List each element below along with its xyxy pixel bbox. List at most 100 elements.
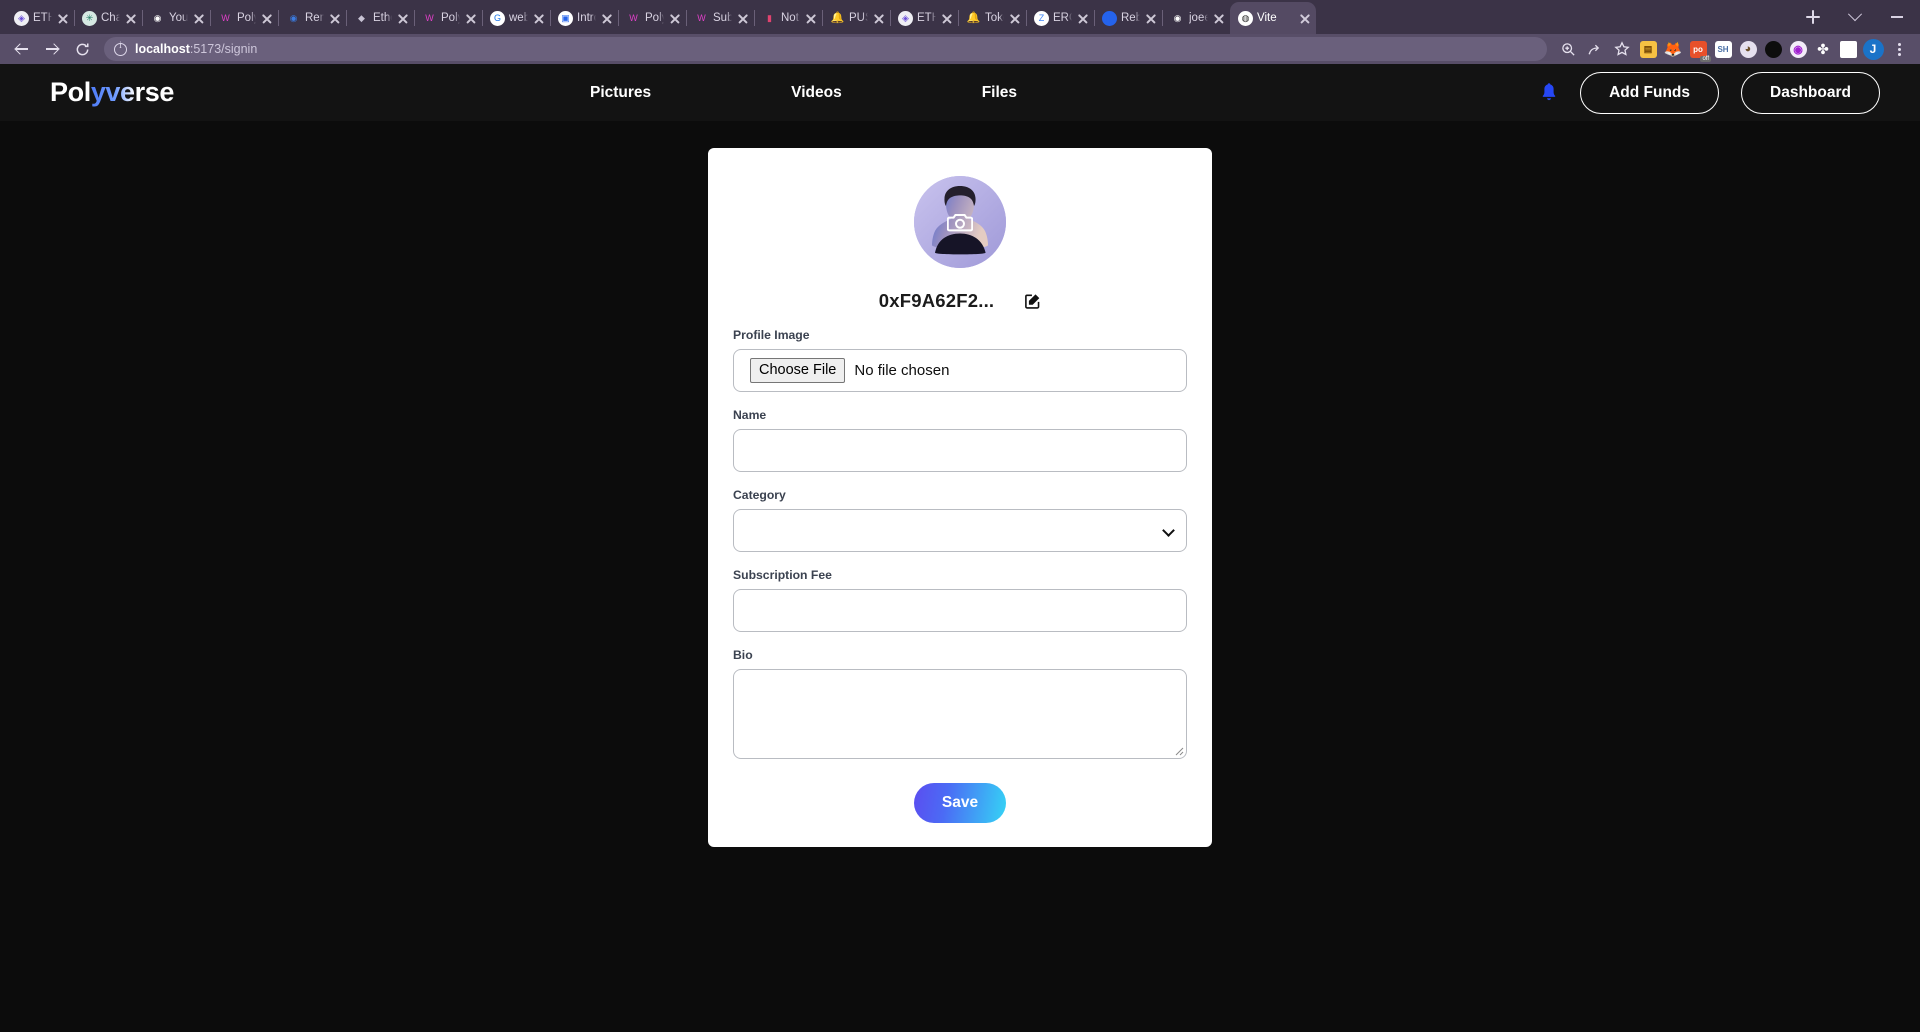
close-icon[interactable] (1212, 11, 1226, 25)
metamask-extension-icon[interactable]: 🦊 (1661, 37, 1685, 61)
close-icon[interactable] (396, 11, 410, 25)
add-funds-button[interactable]: Add Funds (1580, 71, 1720, 114)
toolbar-icons: ▤ 🦊 po off SH ◕ ◉ ✤ J (1555, 37, 1912, 62)
browser-tab[interactable]: ◈ ETH (6, 2, 75, 34)
subscription-fee-input[interactable] (733, 589, 1187, 632)
tab-title: Vite (1257, 12, 1277, 24)
close-icon[interactable] (260, 11, 274, 25)
square-extension-icon[interactable] (1836, 37, 1860, 61)
close-icon[interactable] (464, 11, 478, 25)
field-bio: Bio (733, 648, 1187, 759)
share-icon[interactable] (1582, 37, 1608, 61)
new-tab-button[interactable] (1798, 2, 1828, 32)
close-icon[interactable] (532, 11, 546, 25)
save-button[interactable]: Save (914, 783, 1006, 823)
field-category: Category (733, 488, 1187, 552)
bookmark-star-icon[interactable] (1609, 37, 1635, 61)
bell-icon[interactable] (1540, 82, 1558, 103)
bio-textarea[interactable] (733, 669, 1187, 759)
profile-image-file-input[interactable]: Choose File No file chosen (733, 349, 1187, 392)
close-icon[interactable] (1144, 11, 1158, 25)
wallet-extension-icon[interactable]: ▤ (1636, 37, 1660, 61)
close-icon[interactable] (1298, 11, 1312, 25)
logo-part-3: rse (134, 77, 175, 107)
back-arrow-icon[interactable] (8, 37, 36, 61)
browser-tab[interactable]: ▌ Reb (1094, 2, 1163, 34)
camera-icon[interactable] (947, 211, 973, 233)
field-label-profile-image: Profile Image (733, 328, 810, 342)
close-icon[interactable] (804, 11, 818, 25)
close-icon[interactable] (328, 11, 342, 25)
browser-tab[interactable]: ◉ Your (142, 2, 211, 34)
browser-tab[interactable]: 🔔 Toke (958, 2, 1027, 34)
github-icon: ◉ (153, 12, 162, 23)
browser-tab[interactable]: ◍ Vite (1230, 2, 1316, 34)
choose-file-button[interactable]: Choose File (750, 357, 846, 384)
profile-extension-icon[interactable]: ◕ (1736, 37, 1760, 61)
avatar[interactable] (914, 176, 1006, 268)
chrome-menu-icon[interactable] (1886, 37, 1912, 61)
black-hole-extension-icon[interactable] (1761, 37, 1785, 61)
nav-item-pictures[interactable]: Pictures (590, 84, 651, 102)
push-bell-icon: 🔔 (966, 11, 981, 24)
browser-tab[interactable]: W Poly (618, 2, 687, 34)
url-text: localhost:5173/signin (135, 42, 257, 56)
close-icon[interactable] (872, 11, 886, 25)
close-icon[interactable] (940, 11, 954, 25)
site-logo[interactable]: Polyverse (50, 77, 174, 108)
browser-tab[interactable]: ▮ Noti (754, 2, 823, 34)
browser-tab[interactable]: ◆ Ethe (346, 2, 415, 34)
minimize-button[interactable] (1876, 2, 1918, 32)
browser-tab[interactable]: Gweb (482, 2, 551, 34)
field-label-name: Name (733, 408, 767, 422)
vite-globe-icon: ◍ (1238, 10, 1253, 26)
sh-extension-icon[interactable]: SH (1711, 37, 1735, 61)
wallet-address: 0xF9A62F2... (878, 290, 995, 311)
dashboard-button[interactable]: Dashboard (1741, 71, 1880, 114)
browser-tab[interactable]: ◉ joee (1162, 2, 1231, 34)
polyverse-icon: W (221, 12, 230, 23)
close-icon[interactable] (668, 11, 682, 25)
browser-tab[interactable]: ◈ ETH (890, 2, 959, 34)
close-icon[interactable] (124, 11, 138, 25)
browser-tab[interactable]: ✳ Chat (74, 2, 143, 34)
close-icon[interactable] (56, 11, 70, 25)
close-icon[interactable] (1076, 11, 1090, 25)
browser-tab[interactable]: W Poly (210, 2, 279, 34)
edit-pencil-icon[interactable] (1024, 293, 1041, 310)
page-viewport: Polyverse Pictures Videos Files Add Fund… (0, 64, 1920, 1032)
address-bar[interactable]: localhost:5173/signin (104, 37, 1547, 61)
close-icon[interactable] (600, 11, 614, 25)
browser-tab[interactable]: 🔔 PUS (822, 2, 891, 34)
zoom-search-icon[interactable] (1555, 37, 1581, 61)
window-controls (1834, 2, 1920, 34)
browser-tab[interactable]: ▣ Intro (550, 2, 619, 34)
site-nav: Pictures Videos Files (590, 84, 1017, 102)
avatar-upload-area[interactable] (733, 176, 1187, 268)
close-icon[interactable] (192, 11, 206, 25)
puzzle-extensions-icon[interactable]: ✤ (1811, 37, 1835, 61)
name-input[interactable] (733, 429, 1187, 472)
close-icon[interactable] (1008, 11, 1022, 25)
browser-tab[interactable]: W Poly (414, 2, 483, 34)
browser-toolbar: localhost:5173/signin ▤ (0, 34, 1920, 64)
adblock-extension-icon[interactable]: po off (1686, 37, 1711, 62)
avatar[interactable]: J (1861, 37, 1885, 61)
nav-item-files[interactable]: Files (982, 84, 1017, 102)
category-select[interactable] (733, 509, 1187, 552)
header-actions: Add Funds Dashboard (1540, 71, 1880, 114)
purple-extension-icon[interactable]: ◉ (1786, 37, 1810, 61)
site-info-icon[interactable] (114, 41, 127, 56)
reload-icon[interactable] (68, 37, 96, 61)
forward-arrow-icon[interactable] (38, 37, 66, 61)
tab-title: Ethe (373, 12, 392, 24)
browser-tab[interactable]: ◉ Rem (278, 2, 347, 34)
nav-item-videos[interactable]: Videos (791, 84, 842, 102)
field-label-bio: Bio (733, 648, 753, 662)
tab-search-button[interactable] (1834, 2, 1876, 32)
video-icon: ▣ (558, 10, 573, 26)
browser-tab[interactable]: W Subs (686, 2, 755, 34)
close-icon[interactable] (736, 11, 750, 25)
tab-title: ETH (33, 12, 52, 24)
browser-tab[interactable]: Z ERC (1026, 2, 1095, 34)
